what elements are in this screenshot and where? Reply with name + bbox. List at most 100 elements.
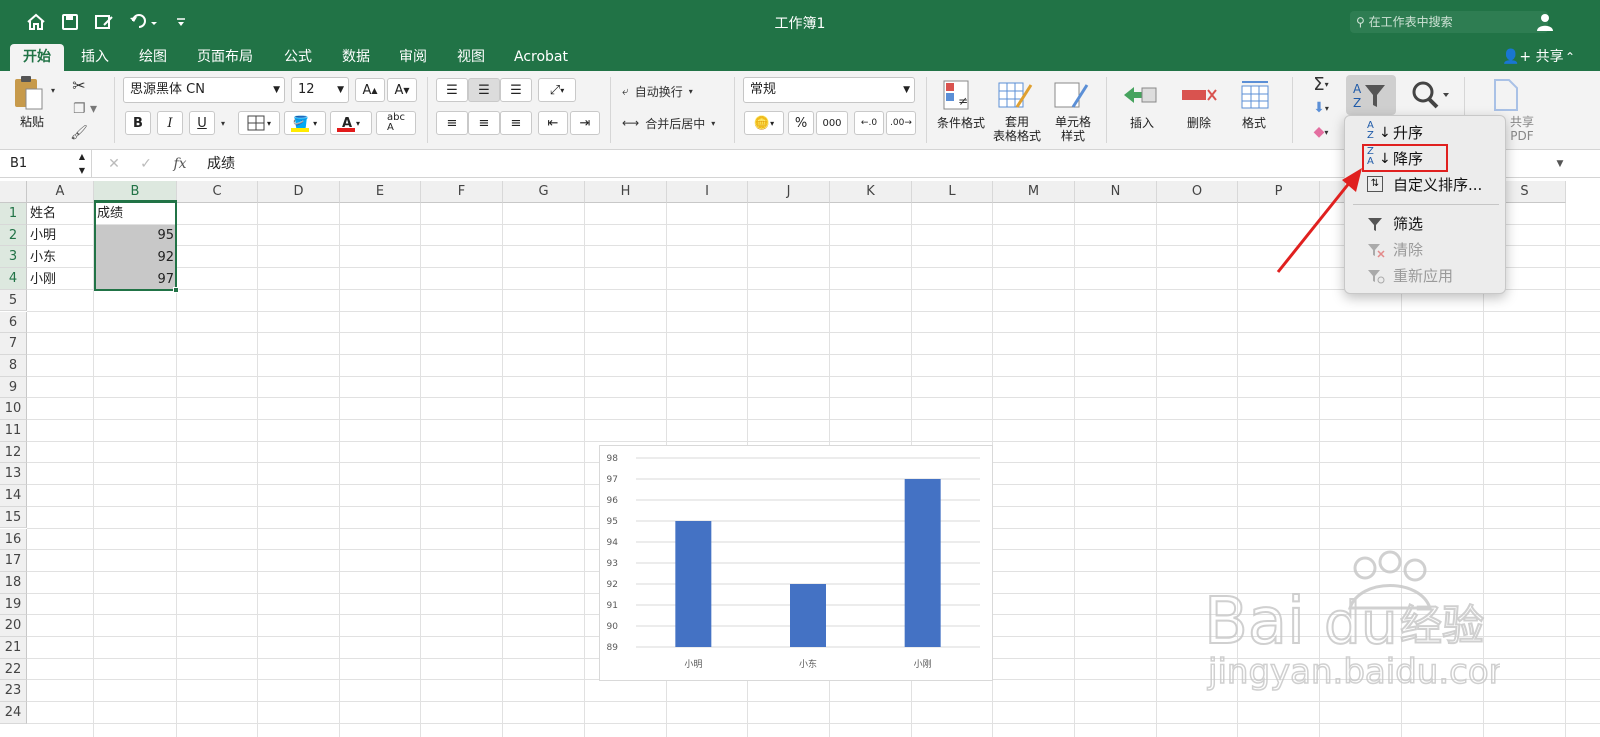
row-header-1[interactable]: 1	[0, 203, 27, 225]
accounting-format-icon[interactable]: 🪙 ▾	[744, 111, 784, 135]
search-box[interactable]: ⚲ 在工作表中搜索	[1350, 11, 1548, 33]
cell-A1[interactable]: 姓名	[27, 203, 94, 225]
expand-formula-icon[interactable]: ▼	[1552, 154, 1568, 174]
row-header-18[interactable]: 18	[0, 571, 27, 594]
column-header-K[interactable]: K	[830, 181, 912, 203]
save-icon[interactable]	[58, 10, 82, 34]
cell-A3[interactable]: 小东	[27, 247, 94, 269]
underline-dropdown-icon[interactable]: ▾	[218, 115, 228, 131]
tab-home[interactable]: 开始	[10, 44, 64, 71]
user-icon[interactable]	[1532, 10, 1560, 34]
column-header-G[interactable]: G	[503, 181, 585, 203]
cell-B2[interactable]: 95	[94, 225, 177, 247]
underline-button[interactable]: U	[189, 111, 215, 135]
copy-icon[interactable]: ❐ ▾	[68, 99, 102, 119]
align-middle-icon[interactable]: ☰	[468, 78, 500, 102]
row-header-23[interactable]: 23	[0, 680, 27, 703]
decrease-font-icon[interactable]: A ▼	[387, 78, 417, 102]
bold-button[interactable]: B	[125, 111, 151, 135]
fill-down-icon[interactable]: ⬇ ▾	[1304, 97, 1338, 119]
row-header-17[interactable]: 17	[0, 550, 27, 572]
tab-formulas[interactable]: 公式	[275, 44, 321, 71]
table-format-icon[interactable]	[992, 77, 1038, 113]
row-header-16[interactable]: 16	[0, 528, 27, 551]
insert-cells-icon[interactable]	[1118, 77, 1166, 113]
customize-toolbar-icon[interactable]	[172, 10, 190, 34]
cell-styles-icon[interactable]	[1048, 77, 1094, 113]
tab-review[interactable]: 审阅	[390, 44, 436, 71]
formula-input[interactable]: 成绩	[207, 150, 235, 178]
decrease-decimal-icon[interactable]: .00→	[886, 111, 916, 135]
row-header-19[interactable]: 19	[0, 593, 27, 616]
autosum-icon[interactable]: Σ ▾	[1304, 73, 1338, 95]
delete-cells-icon[interactable]	[1176, 77, 1224, 113]
row-header-4[interactable]: 4	[0, 268, 27, 290]
align-left-icon[interactable]: ≡	[436, 111, 468, 135]
tab-data[interactable]: 数据	[333, 44, 379, 71]
number-format-select[interactable]: 常规 ▼	[743, 77, 915, 103]
orientation-icon[interactable]: ⤢ ▾	[538, 78, 576, 102]
column-header-M[interactable]: M	[993, 181, 1075, 203]
edit-save-icon[interactable]	[92, 10, 116, 34]
wrap-text-button[interactable]: ⤶ 自动换行 ▾	[622, 80, 722, 102]
tab-view[interactable]: 视图	[448, 44, 494, 71]
menu-item-sort-ascending[interactable]: AZ ↓ 升序	[1345, 121, 1505, 145]
borders-button[interactable]: ▾	[238, 111, 280, 135]
tab-insert[interactable]: 插入	[72, 44, 118, 71]
column-header-E[interactable]: E	[340, 181, 421, 203]
merge-center-button[interactable]: ⟷ 合并后居中 ▾	[622, 112, 732, 134]
column-header-L[interactable]: L	[912, 181, 993, 203]
cut-icon[interactable]: ✂	[68, 75, 90, 95]
sort-filter-button[interactable]: AZ	[1346, 75, 1396, 115]
column-header-N[interactable]: N	[1075, 181, 1157, 203]
row-header-6[interactable]: 6	[0, 311, 27, 334]
row-header-7[interactable]: 7	[0, 333, 27, 355]
column-header-J[interactable]: J	[748, 181, 830, 203]
row-header-24[interactable]: 24	[0, 702, 27, 724]
fill-color-button[interactable]: 🪣 ▾	[284, 111, 326, 135]
column-header-B[interactable]: B	[94, 181, 177, 203]
row-header-20[interactable]: 20	[0, 615, 27, 637]
align-center-icon[interactable]: ≡	[468, 111, 500, 135]
column-header-I[interactable]: I	[667, 181, 748, 203]
row-header-10[interactable]: 10	[0, 398, 27, 420]
column-header-C[interactable]: C	[177, 181, 258, 203]
row-header-21[interactable]: 21	[0, 637, 27, 659]
align-top-icon[interactable]: ☰	[436, 78, 468, 102]
row-header-8[interactable]: 8	[0, 354, 27, 377]
cell-B1[interactable]: 成绩	[94, 203, 177, 225]
row-header-14[interactable]: 14	[0, 485, 27, 507]
bar-小明[interactable]	[675, 521, 712, 647]
share-button[interactable]: 👤+ 共享	[1502, 44, 1564, 71]
align-right-icon[interactable]: ≡	[500, 111, 532, 135]
increase-decimal-icon[interactable]: ←.0	[854, 111, 884, 135]
column-header-O[interactable]: O	[1157, 181, 1238, 203]
font-color-button[interactable]: A ▾	[330, 111, 372, 135]
cell-A4[interactable]: 小刚	[27, 269, 94, 291]
column-header-D[interactable]: D	[258, 181, 340, 203]
share-pdf-icon[interactable]	[1488, 77, 1524, 113]
confirm-icon[interactable]: ✓	[136, 154, 156, 174]
font-size-select[interactable]: 12 ▼	[291, 77, 349, 103]
bar-小刚[interactable]	[904, 479, 941, 647]
name-box[interactable]: B1 ▲ ▼	[0, 150, 92, 178]
row-header-2[interactable]: 2	[0, 224, 27, 247]
spelling-icon[interactable]: abc A	[376, 111, 416, 135]
column-header-F[interactable]: F	[421, 181, 503, 203]
row-header-15[interactable]: 15	[0, 506, 27, 529]
tab-draw[interactable]: 绘图	[130, 44, 176, 71]
clear-icon[interactable]: ◆ ▾	[1304, 121, 1338, 143]
insert-function-icon[interactable]: fx	[168, 154, 192, 174]
paste-dropdown-icon[interactable]: ▾	[48, 85, 58, 95]
select-all-corner[interactable]	[0, 181, 27, 203]
row-header-5[interactable]: 5	[0, 289, 27, 312]
paste-icon[interactable]	[10, 75, 46, 111]
percent-button[interactable]: %	[788, 111, 814, 135]
cell-B3[interactable]: 92	[94, 247, 177, 269]
tab-page-layout[interactable]: 页面布局	[188, 44, 262, 71]
font-name-select[interactable]: 思源黑体 CN ▼	[123, 77, 285, 103]
conditional-format-icon[interactable]: ≠	[936, 77, 982, 113]
row-header-13[interactable]: 13	[0, 463, 27, 486]
tab-acrobat[interactable]: Acrobat	[506, 44, 576, 71]
cancel-icon[interactable]: ✕	[104, 154, 124, 174]
